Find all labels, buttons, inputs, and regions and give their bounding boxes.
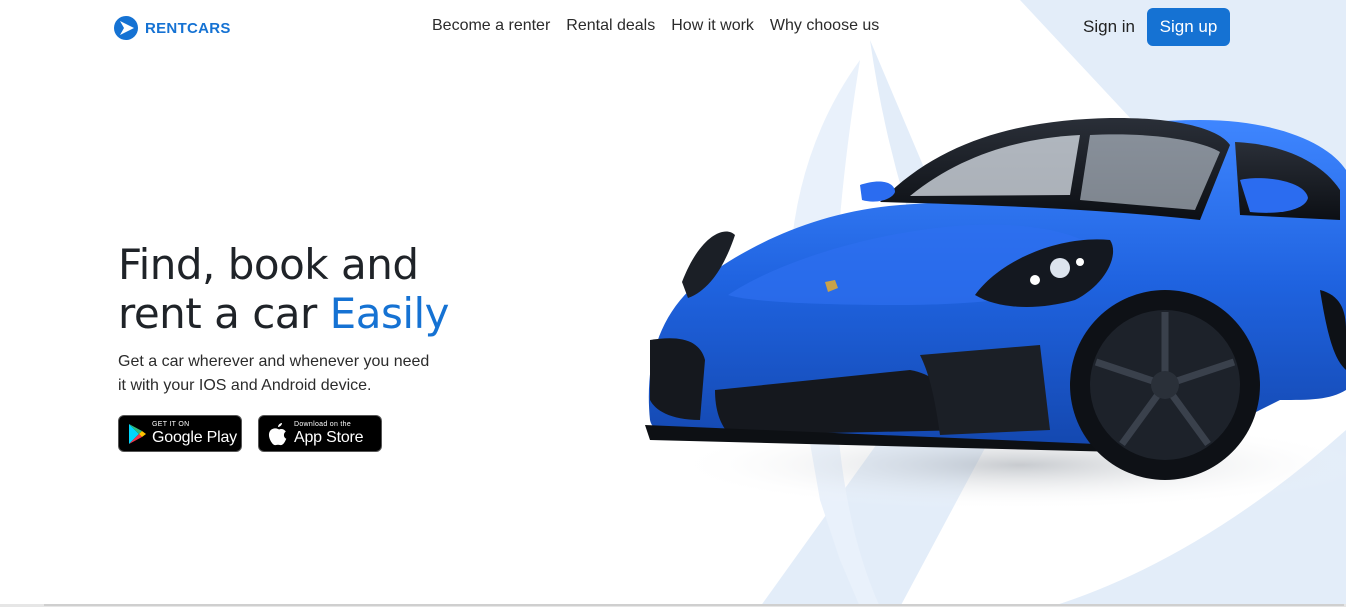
header: RENTCARS Become a renter Rental deals Ho… [0,0,1346,55]
google-play-icon [129,423,146,444]
hero-title-accent: Easily [329,289,450,338]
nav-become-renter[interactable]: Become a renter [432,17,550,35]
hero-title: Find, book and rent a car Easily [118,240,538,338]
car-image [645,117,1346,510]
sign-up-button[interactable]: Sign up [1147,8,1230,46]
hero-subtitle: Get a car wherever and whenever you need… [118,350,458,398]
main-nav: Become a renter Rental deals How it work… [432,17,895,35]
hero-section: Find, book and rent a car Easily Get a c… [118,240,538,452]
nav-why-choose-us[interactable]: Why choose us [770,17,879,35]
nav-rental-deals[interactable]: Rental deals [566,17,655,35]
rentcars-logo-icon [114,16,138,40]
hero-subtitle-line2: it with your IOS and Android device. [118,377,372,394]
brand-logo[interactable]: RENTCARS [113,15,231,41]
app-store-small-label: Download on the [294,421,352,428]
google-play-big-label: Google Play [152,429,237,446]
app-store-text: Download on the App Store [294,421,364,446]
hero-subtitle-line1: Get a car wherever and whenever you need [118,353,430,370]
google-play-small-label: GET IT ON [152,421,190,428]
app-store-button[interactable]: Download on the App Store [258,415,382,452]
nav-how-it-work[interactable]: How it work [671,17,754,35]
hero-title-line1: Find, book and [118,240,419,289]
sign-in-link[interactable]: Sign in [1083,17,1135,37]
store-badges: GET IT ON Google Play Download on the Ap… [118,415,538,452]
google-play-text: GET IT ON Google Play [152,421,237,446]
google-play-button[interactable]: GET IT ON Google Play [118,415,242,452]
app-store-big-label: App Store [294,429,364,446]
brand-name: RENTCARS [145,19,231,37]
hero-title-line2: rent a car [118,289,330,338]
apple-icon [268,422,287,445]
